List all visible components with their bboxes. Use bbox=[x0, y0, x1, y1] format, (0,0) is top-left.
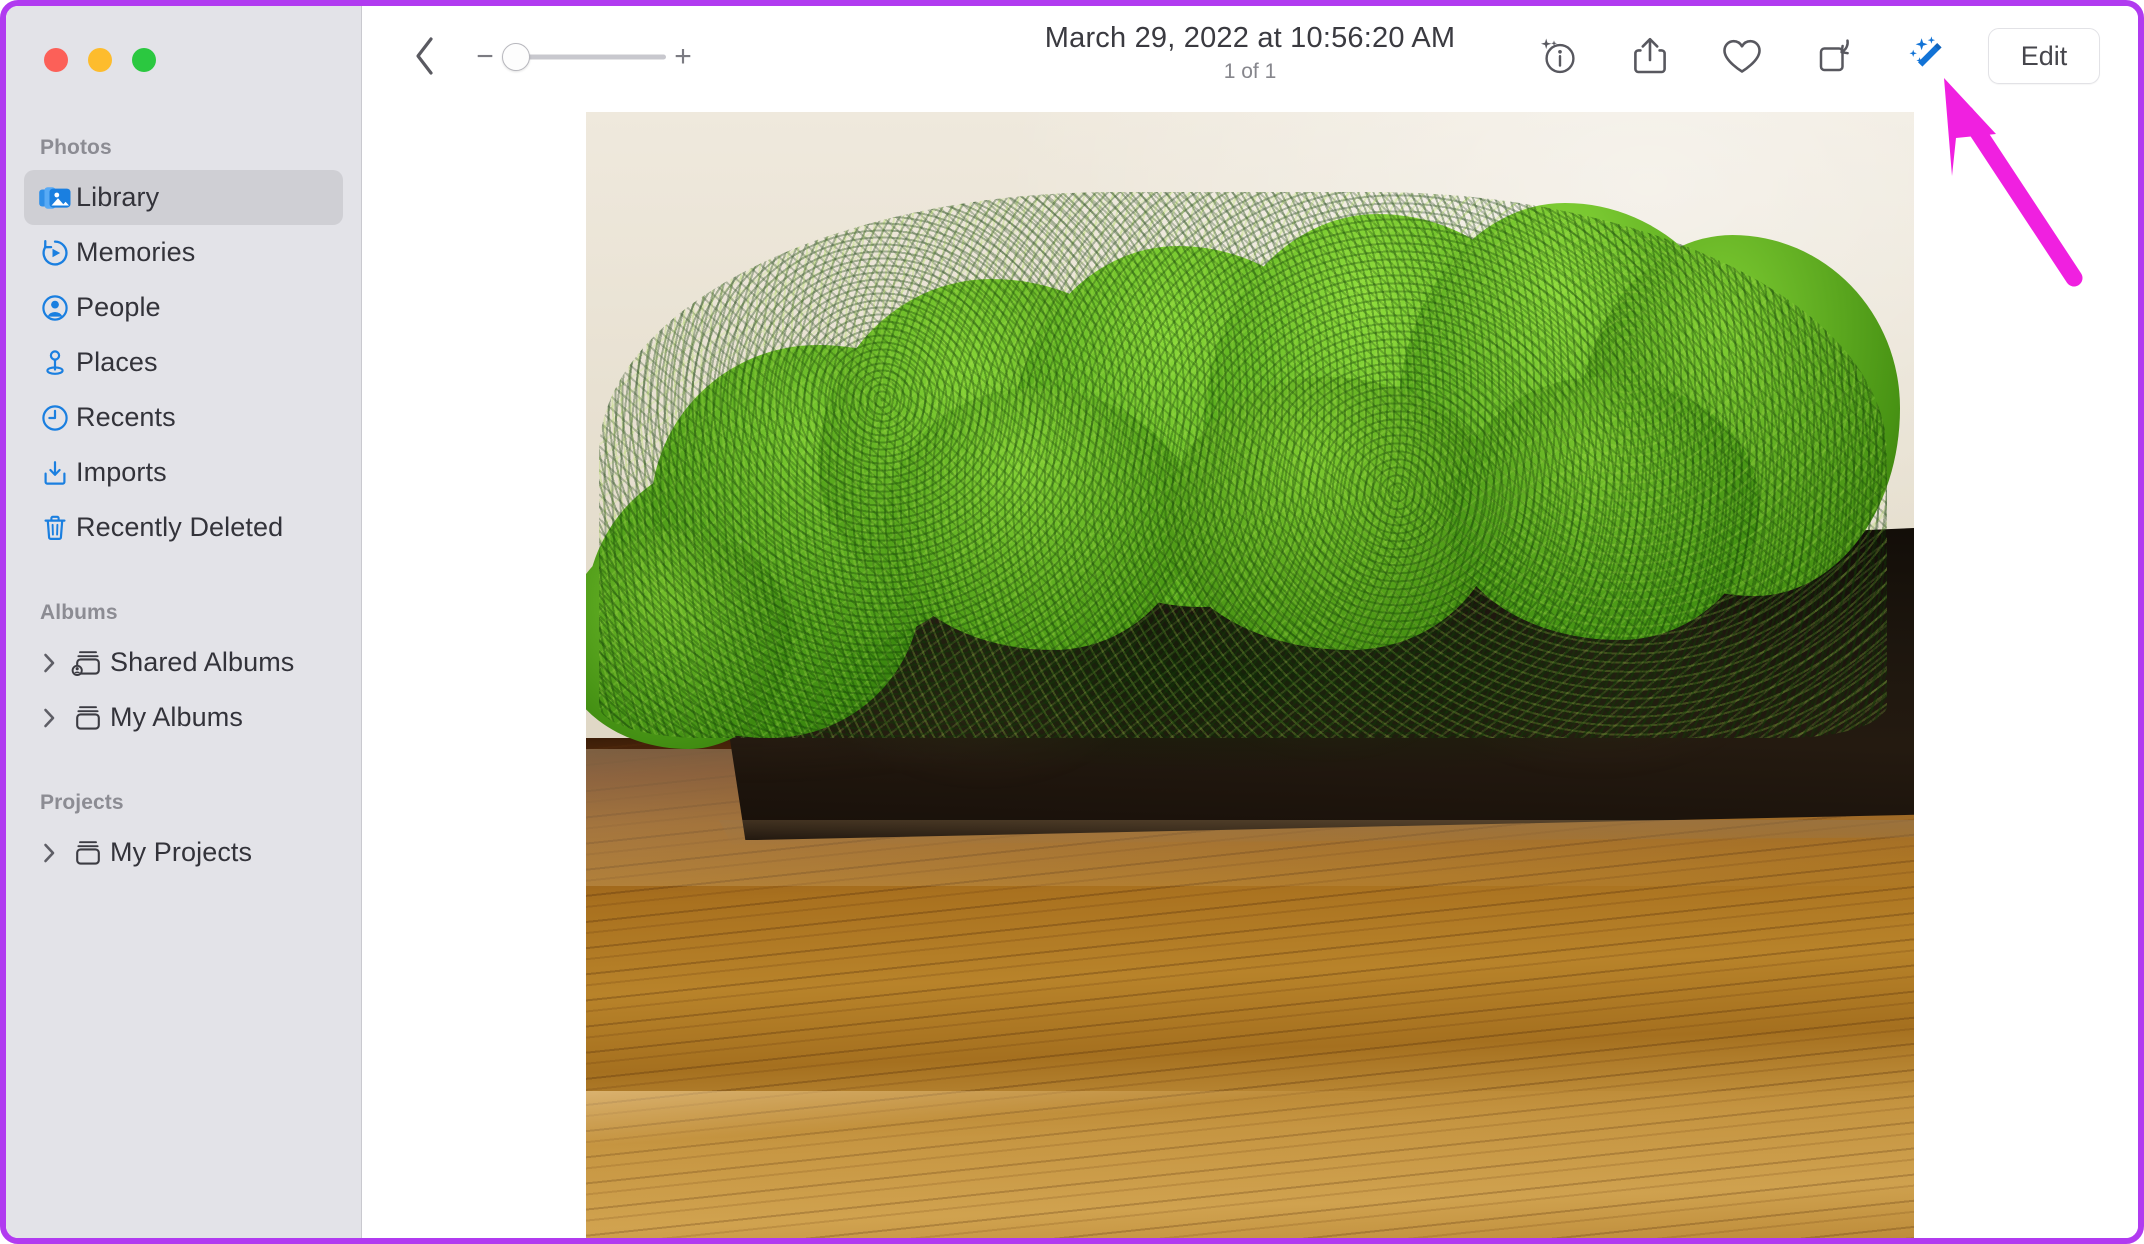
window-traffic-lights bbox=[44, 48, 156, 72]
chevron-right-icon[interactable] bbox=[34, 652, 64, 674]
sidebar-item-label: Recents bbox=[76, 402, 176, 432]
edit-button[interactable]: Edit bbox=[1988, 28, 2100, 84]
photo-image[interactable] bbox=[586, 112, 1914, 1238]
sidebar-item-label: Library bbox=[76, 182, 160, 212]
photo-viewer[interactable] bbox=[362, 110, 2138, 1238]
library-icon bbox=[34, 184, 76, 212]
maximize-button[interactable] bbox=[132, 48, 156, 72]
toolbar-actions: Edit bbox=[1512, 24, 2100, 88]
sidebar-item-people[interactable]: People bbox=[24, 280, 343, 335]
main-content: − + March 29, 2022 at 10:56:20 AM 1 of 1 bbox=[362, 6, 2138, 1238]
people-icon bbox=[34, 293, 76, 323]
sidebar-section-photos-title: Photos bbox=[40, 136, 112, 159]
enhance-button[interactable] bbox=[1880, 24, 1972, 88]
zoom-slider[interactable]: − + bbox=[474, 36, 694, 78]
recents-clock-icon bbox=[34, 403, 76, 433]
zoom-slider-track[interactable] bbox=[502, 43, 666, 71]
app-window: Photos Library Memories People Places Re… bbox=[0, 0, 2144, 1244]
info-button[interactable] bbox=[1512, 24, 1604, 88]
sidebar-section-projects-title: Projects bbox=[40, 791, 124, 814]
trash-icon bbox=[34, 513, 76, 543]
imports-download-icon bbox=[34, 458, 76, 488]
back-button[interactable] bbox=[400, 26, 450, 86]
chevron-right-icon[interactable] bbox=[34, 707, 64, 729]
zoom-slider-thumb[interactable] bbox=[502, 43, 530, 71]
sidebar-item-label: Places bbox=[76, 347, 158, 377]
sidebar-item-label: Recently Deleted bbox=[76, 512, 284, 542]
sidebar-item-library[interactable]: Library bbox=[24, 170, 343, 225]
sidebar-item-label: Shared Albums bbox=[110, 647, 295, 677]
sidebar-item-label: Imports bbox=[76, 457, 167, 487]
sidebar-item-my-albums[interactable]: My Albums bbox=[24, 690, 343, 745]
places-pin-icon bbox=[34, 348, 76, 378]
sidebar-item-label: People bbox=[76, 292, 161, 322]
album-icon bbox=[64, 838, 110, 868]
minimize-button[interactable] bbox=[88, 48, 112, 72]
album-icon bbox=[64, 703, 110, 733]
sidebar-item-imports[interactable]: Imports bbox=[24, 445, 343, 500]
sidebar: Photos Library Memories People Places Re… bbox=[6, 6, 362, 1238]
sidebar-item-recents[interactable]: Recents bbox=[24, 390, 343, 445]
sidebar-item-memories[interactable]: Memories bbox=[24, 225, 343, 280]
zoom-slider-rail bbox=[508, 54, 666, 60]
zoom-out-icon[interactable]: − bbox=[474, 42, 496, 72]
zoom-in-icon[interactable]: + bbox=[672, 42, 694, 72]
memories-icon bbox=[34, 238, 76, 268]
shared-album-icon bbox=[64, 648, 110, 678]
sidebar-item-label: My Albums bbox=[110, 702, 243, 732]
close-button[interactable] bbox=[44, 48, 68, 72]
sidebar-item-label: Memories bbox=[76, 237, 196, 267]
toolbar: − + March 29, 2022 at 10:56:20 AM 1 of 1 bbox=[362, 6, 2138, 110]
sidebar-item-recently-deleted[interactable]: Recently Deleted bbox=[24, 500, 343, 555]
sidebar-item-places[interactable]: Places bbox=[24, 335, 343, 390]
rotate-button[interactable] bbox=[1788, 24, 1880, 88]
sidebar-scroll-area[interactable]: Photos Library Memories People Places Re… bbox=[6, 124, 361, 1238]
favorite-button[interactable] bbox=[1696, 24, 1788, 88]
sidebar-item-shared-albums[interactable]: Shared Albums bbox=[24, 635, 343, 690]
sidebar-item-my-projects[interactable]: My Projects bbox=[24, 825, 343, 880]
sidebar-item-label: My Projects bbox=[110, 837, 253, 867]
share-button[interactable] bbox=[1604, 24, 1696, 88]
sidebar-section-albums-title: Albums bbox=[40, 601, 118, 624]
chevron-right-icon[interactable] bbox=[34, 842, 64, 864]
